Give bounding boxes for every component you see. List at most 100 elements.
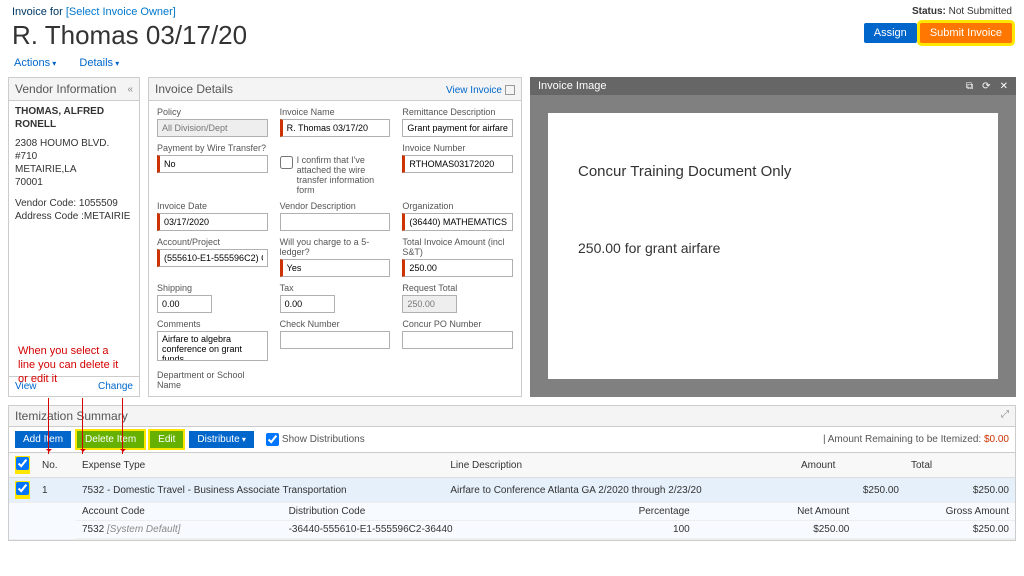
invoice-date-label: Invoice Date [157,201,268,211]
shipping-label: Shipping [157,283,268,293]
details-menu[interactable]: Details [79,57,119,69]
submit-invoice-button[interactable]: Submit Invoice [920,23,1012,43]
cell-line-desc: Airfare to Conference Atlanta GA 2/2020 … [444,478,795,503]
invoice-number-input[interactable] [402,155,513,173]
edit-item-button[interactable]: Edit [150,431,183,448]
cell-amount: $250.00 [795,478,905,503]
close-icon[interactable]: ✕ [1000,81,1008,92]
total-label: Total Invoice Amount (incl S&T) [402,237,513,257]
confirm-label: I confirm that I've attached the wire tr… [297,155,391,195]
subcol-gross: Gross Amount [855,503,1015,521]
annotation-arrow [48,398,49,454]
request-total-input [402,295,457,313]
delete-item-button[interactable]: Delete Item [77,431,144,448]
account-label: Account/Project [157,237,268,247]
refresh-icon[interactable]: ⟳ [982,81,990,92]
show-distributions-label: Show Distributions [282,434,365,445]
amount-remaining: | Amount Remaining to be Itemized: $0.00 [823,434,1009,445]
invoice-for-label: Invoice for [Select Invoice Owner] [12,6,247,18]
invoice-number-label: Invoice Number [402,143,513,153]
po-input[interactable] [402,331,513,349]
subcol-dist: Distribution Code [283,503,546,521]
policy-select [157,119,268,137]
page-title: R. Thomas 03/17/20 [12,20,247,51]
vendor-addr2: #710 [15,150,133,163]
subcell-dist: -36440-555610-E1-555596C2-36440 [283,521,546,539]
show-distributions-checkbox[interactable] [266,433,279,446]
vendor-code: Vendor Code: 1055509 [15,197,133,210]
ledger-select[interactable] [280,259,391,277]
vendor-city: METAIRIE,LA [15,163,133,176]
distribute-button[interactable]: Distribute [189,431,254,448]
col-total[interactable]: Total [905,453,1015,478]
collapse-icon[interactable]: « [127,84,133,95]
add-item-button[interactable]: Add Item [15,431,71,448]
dept-label: Department or School Name [157,370,268,390]
payment-select[interactable] [157,155,268,173]
actions-menu[interactable]: Actions [14,57,56,69]
assign-button[interactable]: Assign [864,23,917,43]
image-panel-title: Invoice Image [538,80,606,92]
comments-input[interactable]: Airfare to algebra conference on grant f… [157,331,268,361]
annotation-text: When you select a line you can delete it… [18,345,128,386]
vendor-addr1: 2308 HOUMO BLVD. [15,137,133,150]
org-label: Organization [402,201,513,211]
invoice-image-document: Concur Training Document Only 250.00 for… [548,113,998,379]
table-row[interactable]: 1 7532 - Domestic Travel - Business Asso… [9,478,1015,503]
comments-label: Comments [157,319,268,329]
invoice-date-input[interactable] [157,213,268,231]
vendor-desc-label: Vendor Description [280,201,391,211]
account-select[interactable] [157,249,268,267]
annotation-arrow [122,398,123,454]
cell-no: 1 [36,478,76,503]
col-line-desc[interactable]: Line Description [444,453,795,478]
subcell-net: $250.00 [696,521,856,539]
details-panel-title: Invoice Details [155,82,233,96]
select-all-checkbox[interactable] [16,457,29,470]
cell-total: $250.00 [905,478,1015,503]
view-invoice-link[interactable]: View Invoice [446,85,502,96]
subcell-pct: 100 [545,521,695,539]
confirm-checkbox[interactable] [280,156,293,169]
invoice-name-label: Invoice Name [280,107,391,117]
invoice-details-panel: Invoice Details View Invoice Policy Invo… [148,77,522,397]
annotation-arrow [82,398,83,454]
popup-icon[interactable] [505,85,515,95]
remittance-input[interactable] [402,119,513,137]
row-checkbox[interactable] [16,482,29,495]
col-expense-type[interactable]: Expense Type [76,453,444,478]
total-input[interactable] [402,259,513,277]
invoice-name-input[interactable] [280,119,391,137]
col-amount[interactable]: Amount [795,453,905,478]
subcol-pct: Percentage [545,503,695,521]
vendor-addr-code: Address Code :METAIRIE [15,210,133,223]
ledger-label: Will you charge to a 5-ledger? [280,237,391,257]
status-text: Status: Not Submitted [864,6,1012,17]
tax-input[interactable] [280,295,335,313]
subcell-account: 7532 [System Default] [76,521,283,539]
expand-icon[interactable]: ⤢ [1001,409,1009,423]
itemization-title: Itemization Summary [15,409,128,423]
distribution-header-row: Account Code Distribution Code Percentag… [9,503,1015,540]
vendor-zip: 70001 [15,176,133,189]
vendor-desc-input[interactable] [280,213,391,231]
shipping-input[interactable] [157,295,212,313]
vendor-panel-title: Vendor Information [15,82,116,96]
org-input[interactable] [402,213,513,231]
tax-label: Tax [280,283,391,293]
doc-title: Concur Training Document Only [578,163,968,180]
subcol-account: Account Code [76,503,283,521]
payment-label: Payment by Wire Transfer? [157,143,268,153]
vendor-name: THOMAS, ALFRED RONELL [15,105,133,131]
request-total-label: Request Total [402,283,513,293]
doc-line: 250.00 for grant airfare [578,240,968,256]
select-owner-link[interactable]: [Select Invoice Owner] [66,6,176,18]
subcol-net: Net Amount [696,503,856,521]
subcell-gross: $250.00 [855,521,1015,539]
check-input[interactable] [280,331,391,349]
invoice-image-panel: Invoice Image ⧉ ⟳ ✕ Concur Training Docu… [530,77,1016,397]
col-no[interactable]: No. [36,453,76,478]
popout-icon[interactable]: ⧉ [966,81,973,92]
po-label: Concur PO Number [402,319,513,329]
check-label: Check Number [280,319,391,329]
